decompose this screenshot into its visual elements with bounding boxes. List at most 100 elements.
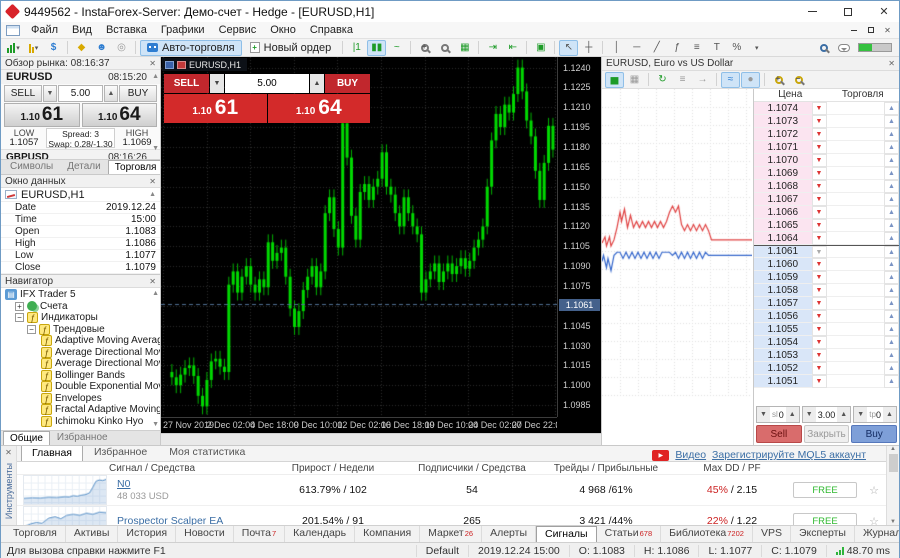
channel-tool-icon[interactable]: ≡ — [687, 40, 706, 56]
buy-limit-arrow-button[interactable]: ▲ — [884, 219, 899, 232]
dom-trade-cell[interactable] — [827, 310, 885, 323]
sell-limit-arrow-button[interactable]: ▼ — [812, 206, 827, 219]
buy-limit-arrow-button[interactable]: ▲ — [884, 193, 899, 206]
dom-trade-cell[interactable] — [827, 323, 885, 336]
sl-down-button[interactable]: ▼ — [757, 407, 770, 422]
mw-sell-button[interactable]: SELL — [4, 85, 42, 102]
chart-title-chip[interactable]: EURUSD,H1 — [162, 58, 247, 71]
bar-chart-mode-icon[interactable]: |1 — [347, 40, 366, 56]
time-axis[interactable]: 27 Nov 20192 Dec 02:004 Dec 18:009 Dec 1… — [161, 417, 557, 432]
dom-zoom-out-icon[interactable]: − — [789, 72, 808, 88]
dom-trade-cell[interactable] — [827, 349, 885, 362]
scroll-up-icon[interactable]: ▲ — [890, 446, 896, 452]
tp-up-button[interactable]: ▲ — [883, 407, 896, 422]
sig-tab-Избранное[interactable]: Избранное — [83, 446, 158, 461]
one-click-bid-box[interactable]: 1.10 61 — [164, 94, 267, 123]
dom-depth-toggle-icon[interactable]: ● — [741, 72, 760, 88]
buy-limit-arrow-button[interactable]: ▲ — [884, 258, 899, 271]
sell-limit-arrow-button[interactable]: ▼ — [812, 219, 827, 232]
profile-segment[interactable]: Default — [416, 545, 468, 557]
autotrade-button[interactable]: Авто-торговля — [140, 40, 242, 56]
signal-row[interactable]: Prospector Scalper EA201.54% / 912653 42… — [17, 506, 886, 525]
nav-scroll-down-icon[interactable]: ▼ — [152, 421, 159, 428]
sl-up-button[interactable]: ▲ — [786, 407, 799, 422]
dom-trade-cell[interactable] — [827, 258, 885, 271]
horizontal-line-tool-icon[interactable]: ─ — [627, 40, 646, 56]
collapse-icon2[interactable]: − — [27, 325, 36, 334]
dom-trade-cell[interactable] — [827, 128, 885, 141]
ask-price-box[interactable]: 1.10 64 — [82, 103, 158, 127]
buy-limit-arrow-button[interactable]: ▲ — [884, 362, 899, 375]
maximize-button[interactable] — [833, 1, 863, 22]
signal-name-link[interactable]: N0 — [117, 478, 130, 490]
bottom-tab-Маркет[interactable]: Маркет26 — [420, 526, 482, 543]
sell-limit-arrow-button[interactable]: ▼ — [812, 115, 827, 128]
dom-trade-cell[interactable] — [827, 193, 885, 206]
navigator-indicator[interactable]: ƒFractal Adaptive Moving — [1, 404, 160, 416]
trendline-tool-icon[interactable]: ╱ — [647, 40, 666, 56]
dom-trade-cell[interactable] — [827, 232, 885, 245]
bottom-tab-Сигналы[interactable]: Сигналы — [536, 526, 597, 543]
zoom-out-icon[interactable] — [435, 40, 454, 56]
dom-trade-cell[interactable] — [827, 219, 885, 232]
menu-Графики[interactable]: Графики — [154, 22, 212, 38]
sell-limit-arrow-button[interactable]: ▼ — [812, 128, 827, 141]
next-symbol-row[interactable]: GBPUSD 08:16:26 — [1, 149, 160, 159]
one-click-volume-up[interactable]: ▲ — [310, 74, 324, 93]
accounts-icon[interactable]: ☻ — [92, 40, 111, 56]
dom-buy-button[interactable]: Buy — [851, 425, 897, 443]
close-button[interactable]: ✕ — [869, 1, 899, 22]
chart-area[interactable]: 1.1061 1.12401.12251.12101.11951.11801.1… — [161, 57, 601, 445]
dom-refresh-icon[interactable]: ↻ — [653, 72, 672, 88]
navigator-indicator[interactable]: ƒIchimoku Kinko Hyo — [1, 416, 160, 428]
dw-scroll-up-icon[interactable]: ▲ — [149, 191, 156, 198]
signal-name-link[interactable]: Prospector Scalper EA — [117, 515, 223, 525]
register-mql5-link[interactable]: Зарегистрируйте MQL5 аккаунт — [712, 449, 866, 461]
new-order-button[interactable]: +Новый ордер — [243, 40, 339, 56]
dom-ladder-icon[interactable]: ≡ — [673, 72, 692, 88]
zoom-in-icon[interactable]: + — [415, 40, 434, 56]
tile-windows-icon[interactable]: ▦ — [455, 40, 474, 56]
one-click-sell-button[interactable]: SELL — [164, 74, 209, 93]
bottom-tab-Журнал[interactable]: Журнал — [855, 526, 899, 543]
dom-chart-view-icon[interactable]: ▅ — [605, 72, 624, 88]
dom-trade-cell[interactable] — [827, 102, 885, 115]
dom-zoom-in-icon[interactable]: + — [769, 72, 788, 88]
market-watch-symbol-row[interactable]: EURUSD 08:15:20 — [1, 70, 160, 84]
candlestick-mode-icon[interactable]: ▮▮ — [367, 40, 386, 56]
free-button[interactable]: FREE — [793, 482, 857, 498]
col-signal[interactable]: Сигнал / Средства — [109, 463, 258, 474]
mw-volume-up-button[interactable]: ▲ — [104, 85, 118, 102]
menu-Вид[interactable]: Вид — [65, 22, 99, 38]
bottom-tab-Активы[interactable]: Активы — [66, 526, 119, 543]
sig-tab-Моя статистика[interactable]: Моя статистика — [158, 446, 256, 461]
bottom-tab-Компания[interactable]: Компания — [355, 526, 420, 543]
one-click-volume-down[interactable]: ▼ — [210, 74, 224, 93]
dom-trade-cell[interactable] — [827, 375, 885, 388]
mw-volume-field[interactable]: 5.00 — [58, 85, 103, 102]
sell-limit-arrow-button[interactable]: ▼ — [812, 336, 827, 349]
menu-Окно[interactable]: Окно — [263, 22, 303, 38]
free-button[interactable]: FREE — [793, 513, 857, 525]
chat-icon[interactable] — [834, 40, 853, 56]
sell-limit-arrow-button[interactable]: ▼ — [812, 193, 827, 206]
buy-limit-arrow-button[interactable]: ▲ — [884, 375, 899, 388]
mw-scroll-down-icon[interactable]: ▼ — [152, 145, 159, 152]
sell-limit-arrow-button[interactable]: ▼ — [812, 102, 827, 115]
sell-limit-arrow-button[interactable]: ▼ — [812, 154, 827, 167]
nav-scroll-up-icon[interactable]: ▲ — [152, 290, 159, 297]
chart-shift-icon[interactable]: ⇤ — [503, 40, 522, 56]
navigator-root[interactable]: ▤ IFX Trader 5 — [1, 289, 160, 301]
buy-limit-arrow-button[interactable]: ▲ — [884, 154, 899, 167]
sell-limit-arrow-button[interactable]: ▼ — [812, 284, 827, 297]
mw-scroll-up-icon[interactable]: ▲ — [152, 73, 159, 80]
menu-Файл[interactable]: Файл — [24, 22, 65, 38]
mql5-community-icon[interactable]: $ — [44, 40, 63, 56]
sell-limit-arrow-button[interactable]: ▼ — [812, 362, 827, 375]
buy-limit-arrow-button[interactable]: ▲ — [884, 128, 899, 141]
col-growth[interactable]: Прирост / Недели — [258, 463, 408, 474]
sell-limit-arrow-button[interactable]: ▼ — [812, 232, 827, 245]
objects-dropdown-icon[interactable]: ▾ — [747, 40, 766, 56]
sell-limit-arrow-button[interactable]: ▼ — [812, 246, 827, 258]
dom-trade-cell[interactable] — [827, 336, 885, 349]
